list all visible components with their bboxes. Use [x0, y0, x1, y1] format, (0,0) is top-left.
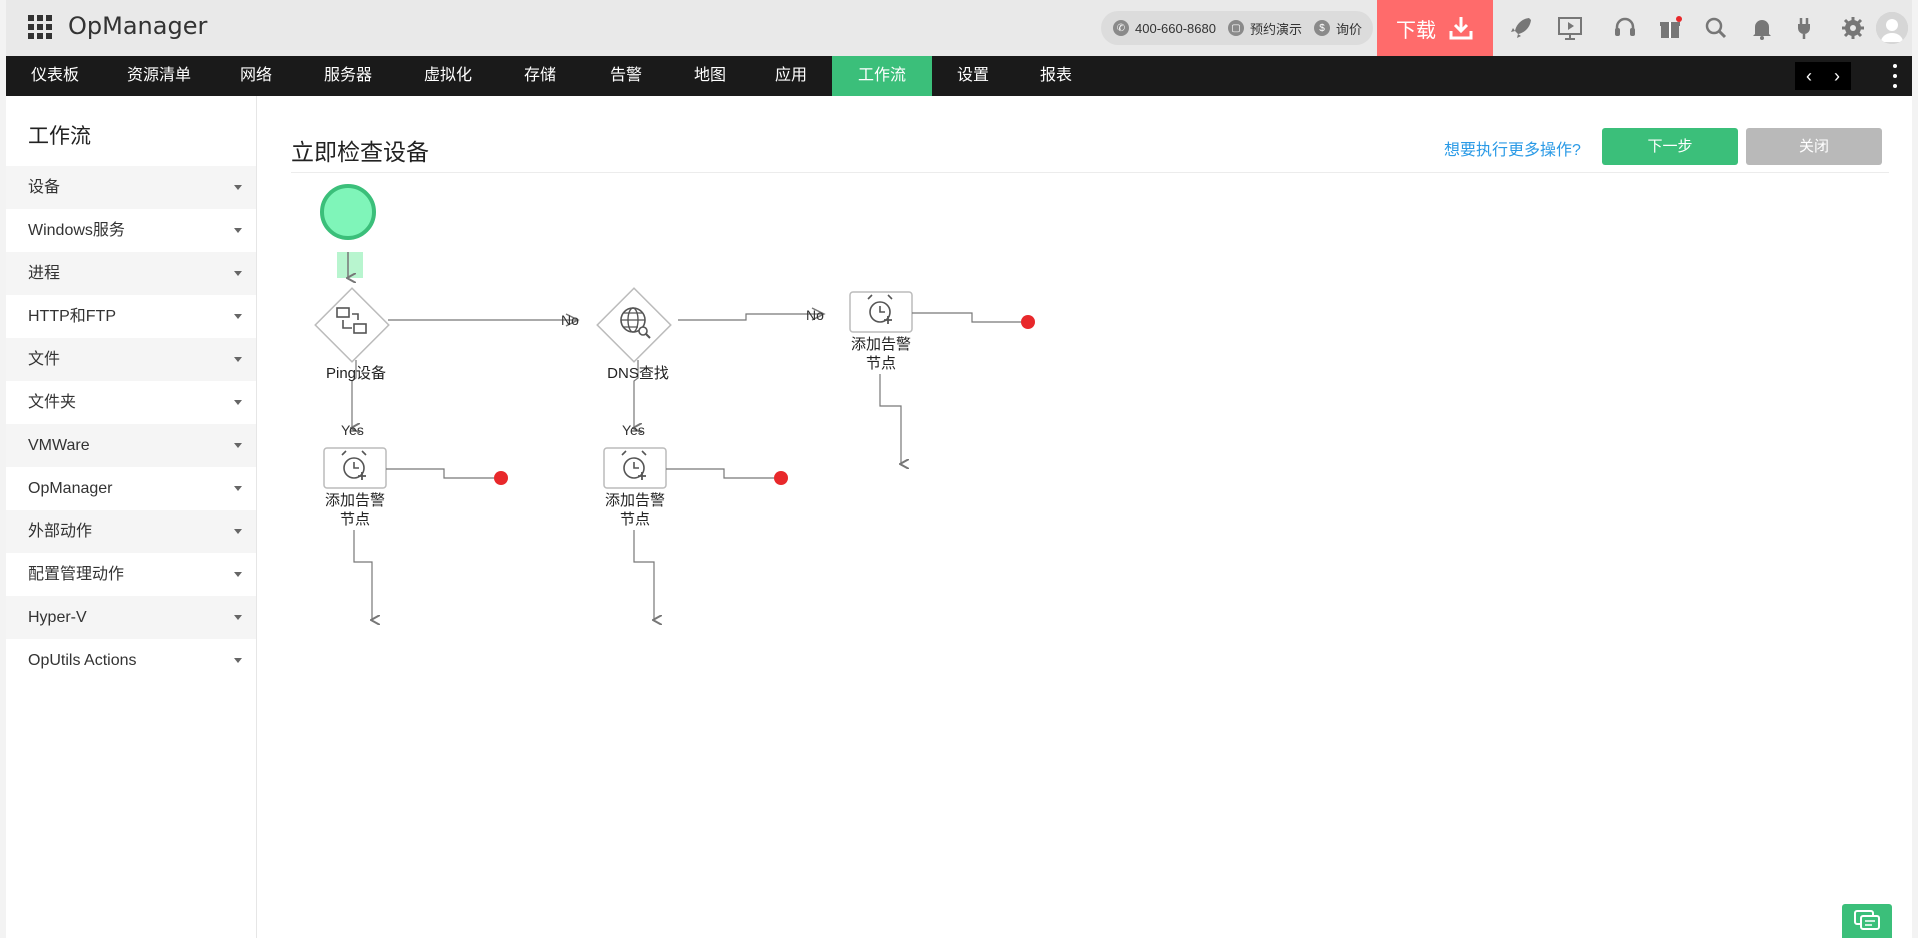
dns-node-label: DNS查找 — [607, 365, 669, 382]
start-node[interactable] — [320, 184, 376, 240]
workflow-canvas — [314, 184, 1035, 938]
ping-device-node[interactable] — [314, 287, 390, 363]
edge-label-no-2: No — [806, 307, 824, 323]
edge-dns-no — [678, 313, 824, 321]
chat-icon — [1854, 910, 1880, 930]
alarm-label-line1: 添加告警 — [324, 492, 385, 509]
add-alarm-node-2[interactable] — [603, 447, 667, 489]
connector-handle[interactable] — [337, 252, 363, 278]
alarm-node-2-label: 添加告警 节点 — [585, 491, 685, 529]
end-node-3[interactable] — [1021, 315, 1035, 329]
edge-label-yes-1: Yes — [341, 422, 364, 438]
edge-alarm3-next — [879, 374, 901, 464]
edge-label-yes-2: Yes — [622, 422, 645, 438]
app-frame: OpManager ✆ 400-660-8680 ▢ 预约演示 $ 询价 下载 — [6, 0, 1912, 938]
ping-node-label: Ping设备 — [325, 365, 387, 382]
end-node-1[interactable] — [494, 471, 508, 485]
alarm-node-3-label: 添加告警 节点 — [831, 335, 931, 373]
alarm-label-line1: 添加告警 — [850, 336, 911, 353]
add-alarm-node-3[interactable] — [849, 291, 913, 333]
alarm-label-line2: 节点 — [619, 511, 650, 528]
edge-alarm2-next — [633, 530, 654, 620]
edge-alarm3-end — [912, 312, 1021, 323]
chat-button[interactable] — [1842, 904, 1892, 938]
add-alarm-node-1[interactable] — [323, 447, 387, 489]
edge-alarm1-next — [353, 530, 372, 620]
alarm-node-1-label: 添加告警 节点 — [305, 491, 405, 529]
edge-alarm2-end — [666, 468, 774, 479]
edge-alarm1-end — [386, 468, 494, 479]
alarm-label-line1: 添加告警 — [604, 492, 665, 509]
dns-lookup-node[interactable] — [596, 287, 672, 363]
end-node-2[interactable] — [774, 471, 788, 485]
alarm-label-line2: 节点 — [865, 355, 896, 372]
alarm-label-line2: 节点 — [339, 511, 370, 528]
edge-label-no-1: No — [561, 312, 579, 328]
